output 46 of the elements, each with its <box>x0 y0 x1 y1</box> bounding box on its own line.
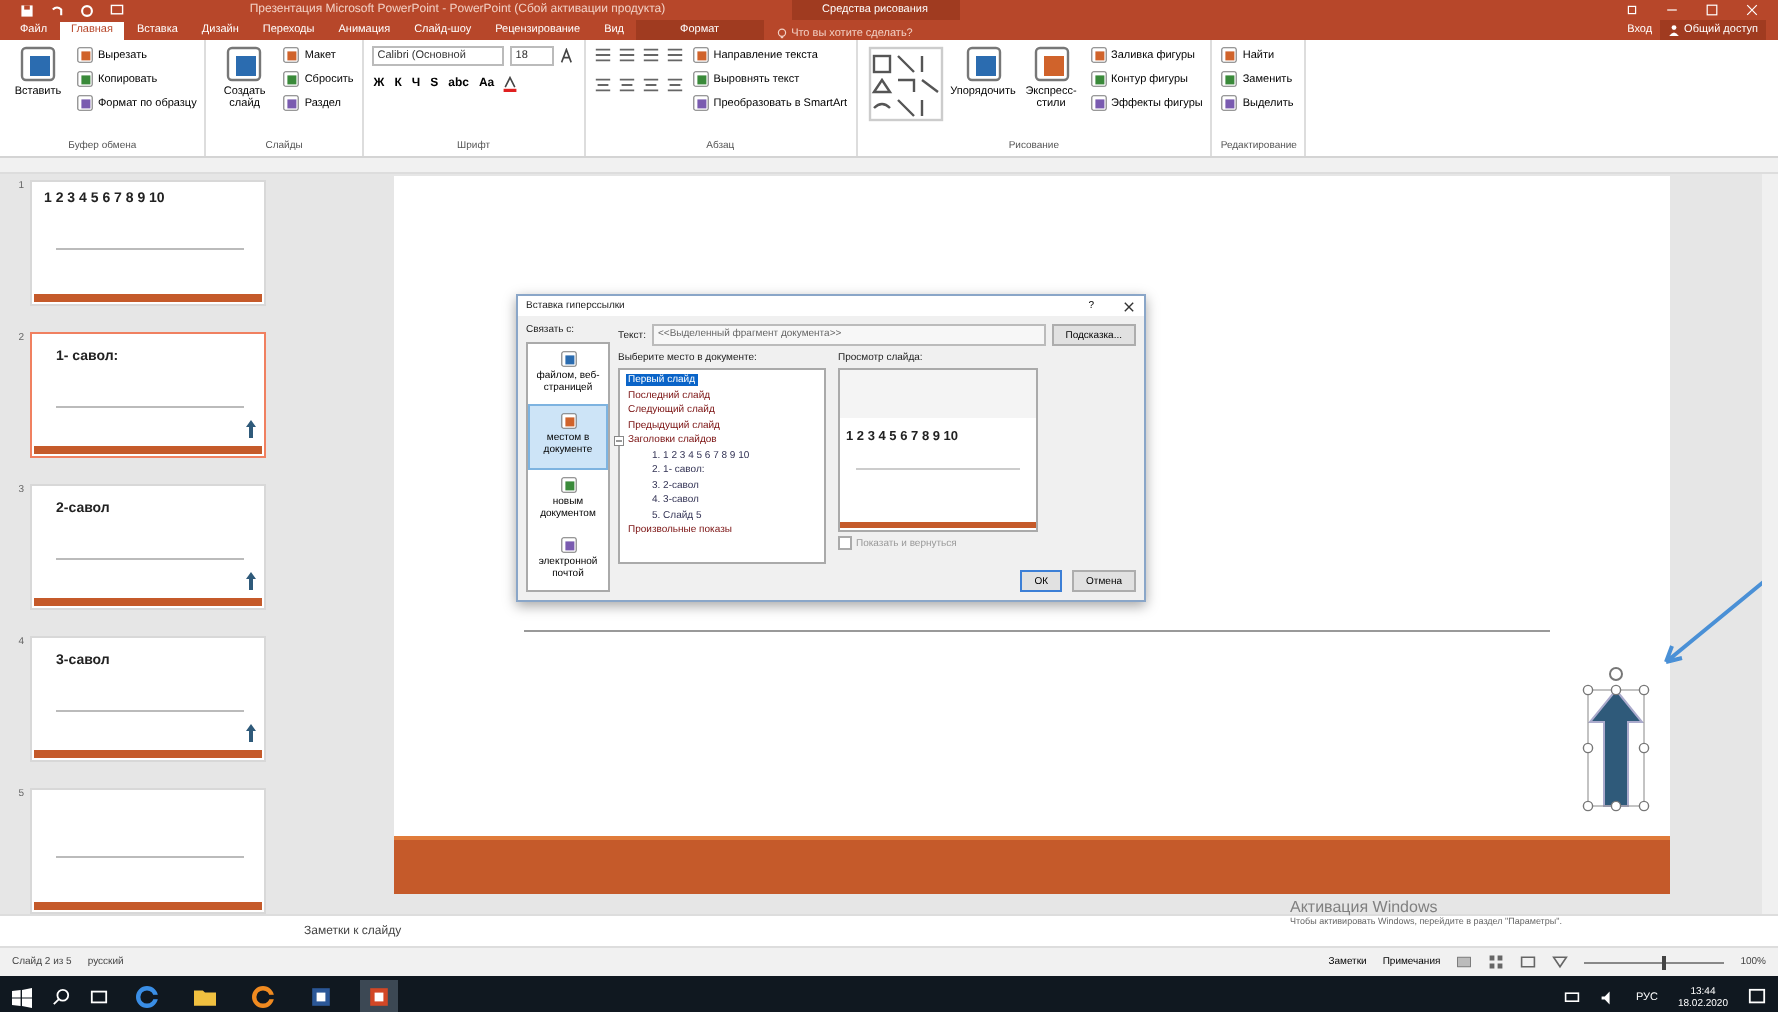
scroll-bar[interactable] <box>1762 174 1778 914</box>
start-icon <box>12 987 32 1007</box>
volume-icon <box>1599 989 1616 1005</box>
align-icon <box>641 76 660 94</box>
task-view-icon <box>90 988 108 1006</box>
checkbox[interactable] <box>838 536 852 550</box>
folder-icon <box>194 986 216 1008</box>
collapse-icon[interactable] <box>614 435 624 445</box>
lightbulb-icon <box>775 28 788 40</box>
font-color-icon <box>502 76 519 92</box>
zoom-thumb[interactable] <box>1661 955 1666 969</box>
align-icon <box>617 76 636 94</box>
up-arrow-icon <box>246 572 256 590</box>
maximize-icon <box>1706 4 1718 16</box>
network-icon <box>1563 989 1580 1005</box>
presentation-app-icon <box>368 985 390 1007</box>
sorter-view-icon <box>1488 954 1505 970</box>
list-icon <box>641 46 660 64</box>
taskbar-app[interactable] <box>360 979 398 1012</box>
minimize-icon <box>1666 4 1678 16</box>
notification-icon <box>1748 988 1766 1006</box>
list-icon <box>593 46 612 64</box>
close-icon <box>1122 299 1136 313</box>
slide-thumbnail[interactable] <box>30 788 266 914</box>
align-icon <box>593 76 612 94</box>
search-icon <box>52 988 70 1006</box>
document-app-icon <box>310 986 332 1008</box>
normal-view-icon <box>1456 954 1473 970</box>
align-icon <box>665 76 684 94</box>
command-icon <box>559 535 577 554</box>
command-icon <box>559 412 577 431</box>
list-icon <box>617 46 636 64</box>
up-arrow-icon <box>246 724 256 742</box>
reading-view-icon <box>1520 954 1537 970</box>
slideshow-icon <box>110 3 124 17</box>
list-icon <box>665 46 684 64</box>
activation-title: Активация Windows <box>1290 898 1440 916</box>
close-icon <box>1746 4 1758 16</box>
up-arrow-icon <box>246 420 256 438</box>
slideshow-view-icon <box>1552 954 1569 970</box>
person-icon <box>1668 24 1681 36</box>
command-icon <box>559 475 577 493</box>
grow-font-icon <box>559 48 576 64</box>
ribbon-options-icon <box>1626 4 1638 16</box>
command-icon <box>559 350 577 368</box>
undo-icon <box>50 3 64 17</box>
